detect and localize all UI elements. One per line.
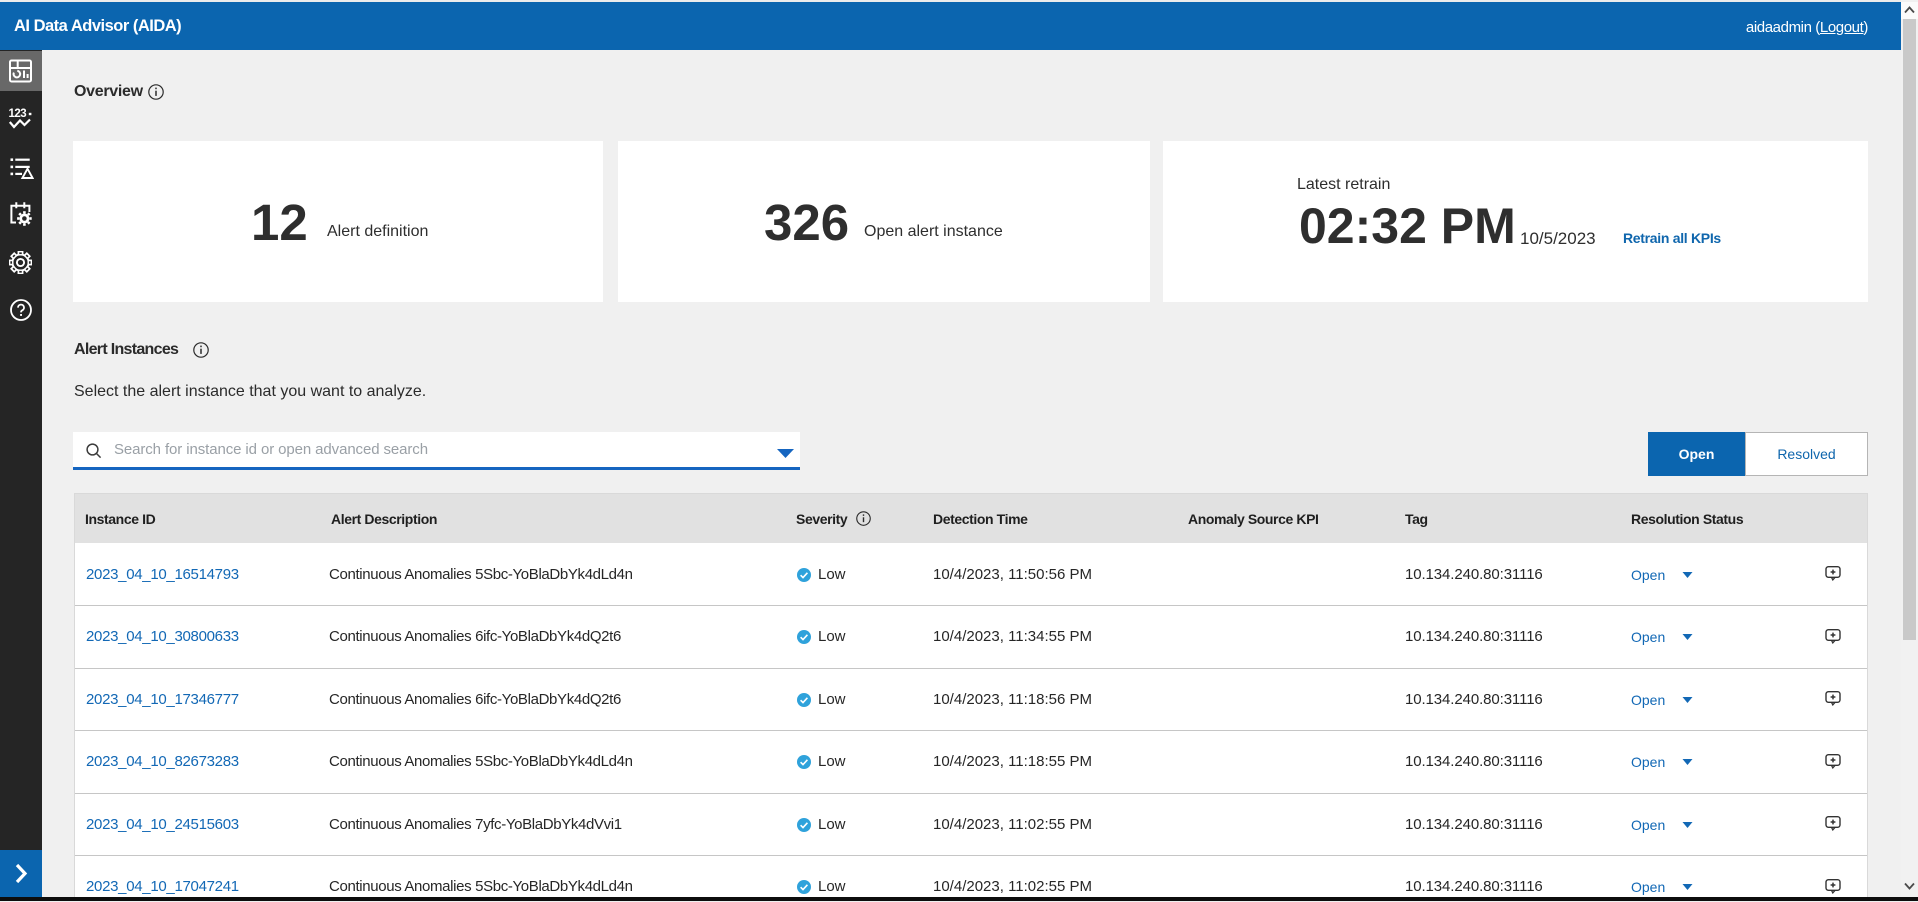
- svg-text:123: 123: [9, 108, 27, 120]
